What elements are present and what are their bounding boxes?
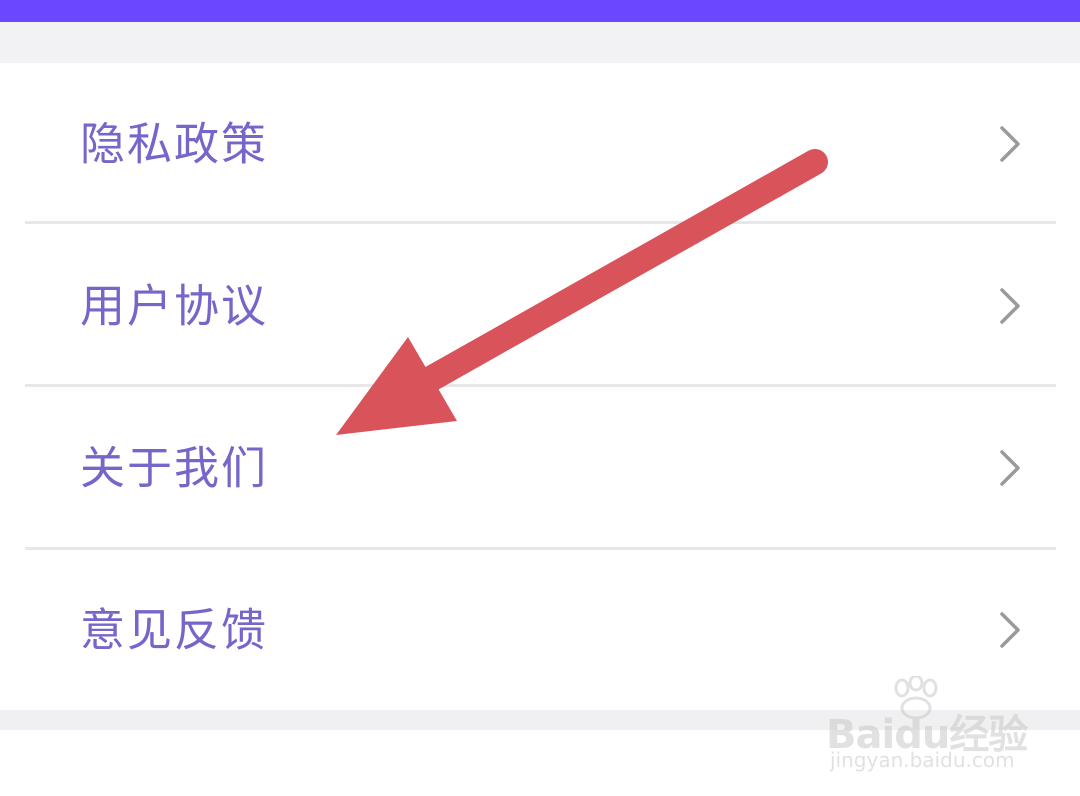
header-bar <box>0 0 1080 22</box>
menu-item-about-us[interactable]: 关于我们 <box>0 387 1080 549</box>
menu-item-label: 意见反馈 <box>80 603 269 657</box>
chevron-right-icon <box>1000 126 1020 162</box>
menu-item-privacy-policy[interactable]: 隐私政策 <box>0 63 1080 225</box>
settings-menu-list: 隐私政策 用户协议 关于我们 意见反馈 <box>0 63 1080 710</box>
menu-item-user-agreement[interactable]: 用户协议 <box>0 225 1080 387</box>
menu-item-label: 关于我们 <box>80 441 269 495</box>
chevron-right-icon <box>1000 450 1020 486</box>
section-spacer-top <box>0 22 1080 63</box>
divider <box>25 221 1056 224</box>
section-spacer-bottom <box>0 710 1080 730</box>
menu-item-label: 隐私政策 <box>80 117 269 171</box>
bottom-area <box>0 730 1080 796</box>
menu-item-label: 用户协议 <box>80 279 269 333</box>
menu-item-feedback[interactable]: 意见反馈 <box>0 549 1080 711</box>
chevron-right-icon <box>1000 288 1020 324</box>
chevron-right-icon <box>1000 612 1020 648</box>
